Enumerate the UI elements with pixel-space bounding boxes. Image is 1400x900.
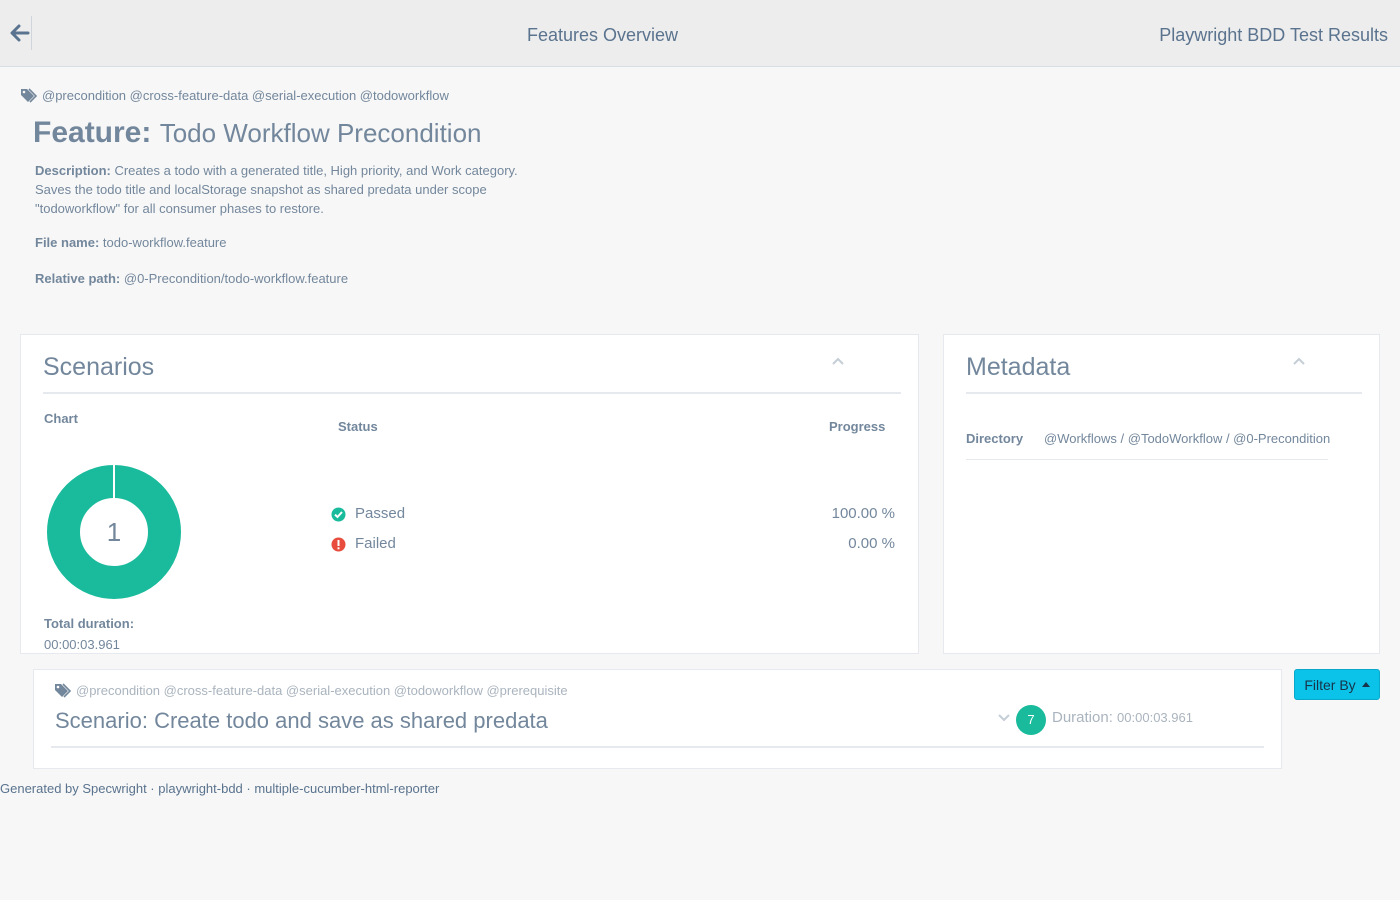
directory-value: @Workflows / @TodoWorkflow / @0-Precondi… bbox=[1044, 431, 1331, 446]
relative-path-value: @0-Precondition/todo-workflow.feature bbox=[123, 271, 349, 286]
total-duration-value: 00:00:03.961 bbox=[44, 637, 120, 652]
progress-header: Progress bbox=[829, 419, 886, 434]
caret-up-icon bbox=[1361, 682, 1370, 687]
file-name-value: todo-workflow.feature bbox=[102, 235, 227, 250]
feature-name: Todo Workflow Precondition bbox=[159, 118, 482, 148]
filter-by-label: Filter By bbox=[1304, 676, 1356, 693]
chevron-up-icon[interactable] bbox=[831, 355, 845, 367]
progress-value: 100.00 % bbox=[831, 505, 895, 522]
total-duration-label: Total duration: bbox=[44, 616, 135, 631]
status-label: Failed bbox=[355, 535, 396, 552]
progress-value: 0.00 % bbox=[848, 535, 895, 552]
scenarios-panel: Scenarios Chart Status Progress 1 Passed… bbox=[20, 334, 919, 654]
scenario-duration-value: 00:00:03.961 bbox=[1117, 710, 1193, 725]
tags-icon bbox=[21, 88, 38, 103]
scenario-keyword: Scenario: bbox=[55, 708, 148, 733]
description-label: Description: bbox=[35, 163, 111, 178]
check-circle-icon bbox=[331, 507, 346, 522]
feature-description: Description: Creates a todo with a gener… bbox=[35, 161, 535, 218]
directory-label: Directory bbox=[966, 431, 1024, 446]
feature-title: Feature: Todo Workflow Precondition bbox=[33, 116, 482, 150]
chevron-up-icon[interactable] bbox=[1292, 355, 1306, 367]
status-row-failed: Failed 0.00 % bbox=[331, 535, 895, 555]
footer-text: Generated by Specwright · playwright-bdd… bbox=[0, 781, 440, 796]
brand-title: Playwright BDD Test Results bbox=[1159, 25, 1388, 45]
metadata-row-divider bbox=[966, 459, 1328, 460]
page-title: Features Overview bbox=[526, 25, 679, 45]
feature-keyword: Feature: bbox=[33, 116, 152, 149]
chart-label: Chart bbox=[44, 411, 78, 426]
filter-by-button[interactable]: Filter By bbox=[1294, 669, 1380, 700]
scenarios-donut-chart: 1 bbox=[47, 464, 181, 599]
panel-divider bbox=[966, 392, 1362, 394]
tags-icon bbox=[55, 683, 72, 698]
donut-center-label: 1 bbox=[107, 517, 121, 547]
scenario-tags-text: @precondition @cross-feature-data @seria… bbox=[76, 683, 568, 698]
status-row-passed: Passed 100.00 % bbox=[331, 505, 895, 525]
step-count-badge: 7 bbox=[1016, 705, 1046, 735]
relative-path-row: Relative path: @0-Precondition/todo-work… bbox=[35, 269, 348, 288]
status-label: Passed bbox=[355, 505, 406, 522]
metadata-panel: Metadata Directory @Workflows / @TodoWor… bbox=[943, 334, 1380, 654]
scenario-duration: Duration: 00:00:03.961 bbox=[1052, 709, 1193, 726]
panel-divider bbox=[43, 392, 901, 394]
scenario-divider bbox=[51, 746, 1264, 748]
metadata-panel-title: Metadata bbox=[966, 353, 1071, 381]
file-name-label: File name: bbox=[35, 235, 100, 250]
scenario-title[interactable]: Scenario: Create todo and save as shared… bbox=[55, 708, 548, 734]
status-header: Status bbox=[338, 419, 378, 434]
file-name-row: File name: todo-workflow.feature bbox=[35, 233, 227, 252]
scenario-card: @precondition @cross-feature-data @seria… bbox=[33, 669, 1282, 769]
scenarios-panel-title: Scenarios bbox=[43, 353, 155, 381]
scenario-name: Create todo and save as shared predata bbox=[154, 708, 548, 733]
feature-tags-text: @precondition @cross-feature-data @seria… bbox=[42, 88, 449, 103]
feature-tags: @precondition @cross-feature-data @seria… bbox=[20, 88, 449, 103]
chevron-down-icon[interactable] bbox=[997, 712, 1011, 724]
exclamation-circle-icon bbox=[331, 537, 346, 552]
scenario-duration-label: Duration: bbox=[1052, 709, 1113, 726]
top-navbar: Features Overview Playwright BDD Test Re… bbox=[0, 0, 1400, 67]
scenario-tags: @precondition @cross-feature-data @seria… bbox=[54, 683, 568, 698]
relative-path-label: Relative path: bbox=[35, 271, 121, 286]
